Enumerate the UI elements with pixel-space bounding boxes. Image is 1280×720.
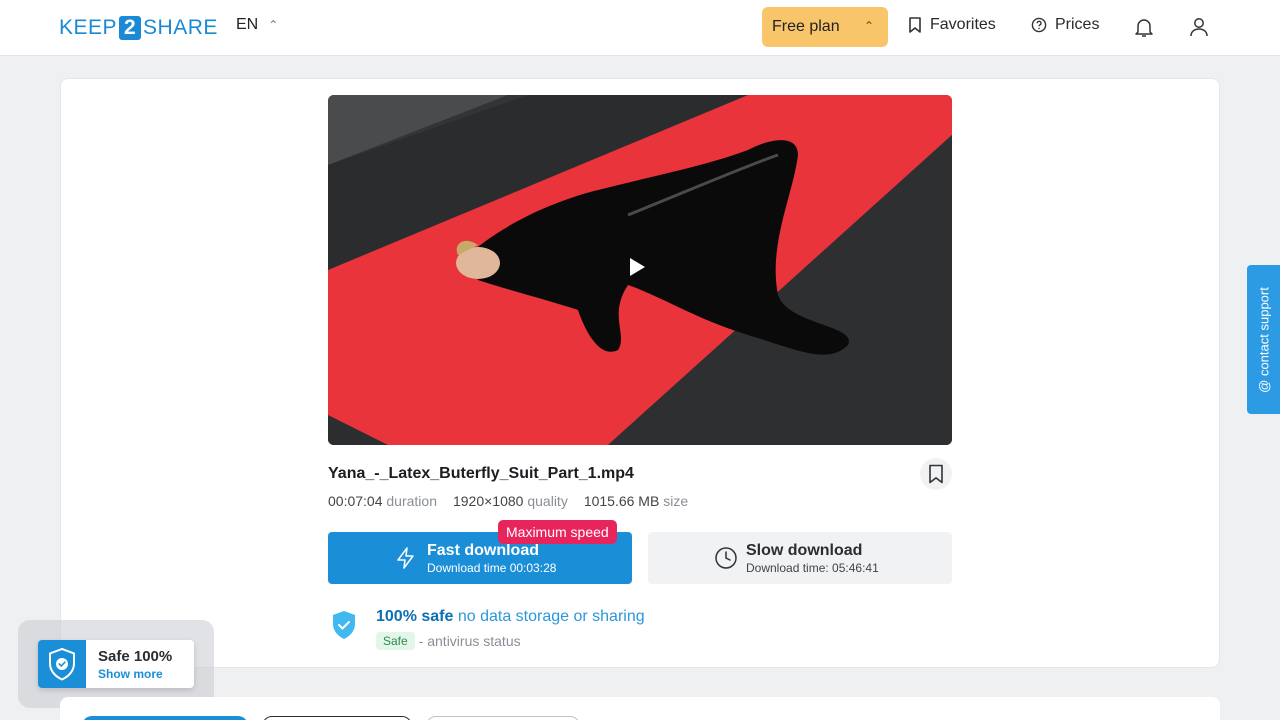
keep2share-logo[interactable]: KEEP 2 SHARE bbox=[59, 16, 218, 40]
free-plan-button[interactable]: Free plan ⌃ bbox=[762, 7, 888, 47]
safety-strong: 100% safe bbox=[376, 608, 454, 625]
user-icon bbox=[1190, 18, 1208, 37]
lightning-icon bbox=[397, 547, 414, 569]
bell-icon bbox=[1135, 19, 1153, 37]
antivirus-status: Safe - antivirus status bbox=[376, 632, 521, 650]
plan-label: Free plan bbox=[772, 18, 840, 35]
notifications-button[interactable] bbox=[1131, 14, 1157, 40]
quality-label: quality bbox=[527, 493, 568, 509]
logo-text-mid: 2 bbox=[119, 16, 142, 40]
widget-shield-area bbox=[38, 640, 86, 688]
chevron-up-icon: ⌃ bbox=[268, 18, 279, 32]
logo-text-left: KEEP bbox=[59, 16, 118, 39]
safe-widget[interactable]: Safe 100% Show more bbox=[38, 640, 194, 688]
file-name: Yana_-_Latex_Buterfly_Suit_Part_1.mp4 bbox=[328, 465, 634, 482]
prices-label: Prices bbox=[1055, 16, 1100, 33]
prices-link[interactable]: Prices bbox=[1031, 16, 1099, 34]
bookmark-icon bbox=[909, 17, 921, 33]
add-favorite-button[interactable] bbox=[920, 458, 952, 490]
size-label: size bbox=[663, 493, 689, 509]
play-icon bbox=[630, 258, 645, 276]
help-circle-icon bbox=[1031, 17, 1047, 33]
fast-download-title: Fast download bbox=[427, 542, 539, 559]
file-meta: 00:07:04 duration 1920×1080 quality 1015… bbox=[328, 493, 688, 509]
size-info: 1015.66 MB size bbox=[584, 493, 688, 509]
slow-download-button[interactable]: Slow download Download time: 05:46:41 bbox=[648, 532, 952, 584]
duration-value: 00:07:04 bbox=[328, 493, 383, 509]
safety-rest: no data storage or sharing bbox=[457, 608, 645, 625]
safety-headline: 100% safe no data storage or sharing bbox=[376, 608, 645, 626]
chevron-up-icon: ⌃ bbox=[863, 19, 874, 33]
video-preview[interactable] bbox=[328, 95, 952, 445]
tab-pill-2[interactable] bbox=[262, 716, 412, 720]
safe-tag: Safe bbox=[376, 632, 415, 650]
quality-value: 1920×1080 bbox=[452, 493, 524, 509]
contact-support-label: @ contact support bbox=[1256, 286, 1271, 393]
language-selector[interactable]: EN ⌃ bbox=[236, 16, 278, 34]
slow-download-title: Slow download bbox=[746, 542, 863, 559]
duration-label: duration bbox=[386, 493, 437, 509]
clock-icon bbox=[715, 547, 737, 569]
size-value: 1015.66 MB bbox=[583, 493, 660, 509]
account-button[interactable] bbox=[1186, 14, 1212, 40]
favorites-label: Favorites bbox=[930, 16, 996, 33]
duration-info: 00:07:04 duration bbox=[328, 493, 437, 509]
maximum-speed-badge: Maximum speed bbox=[498, 520, 617, 544]
slow-download-time: Download time: 05:46:41 bbox=[746, 561, 879, 575]
antivirus-status-label: - antivirus status bbox=[418, 633, 521, 649]
tab-pill-3[interactable] bbox=[426, 716, 580, 720]
quality-info: 1920×1080 quality bbox=[453, 493, 568, 509]
shield-check-icon bbox=[49, 647, 75, 681]
contact-support-tab[interactable]: @ contact support bbox=[1247, 265, 1280, 414]
favorites-link[interactable]: Favorites bbox=[908, 16, 996, 34]
show-more-link[interactable]: Show more bbox=[98, 667, 163, 681]
bookmark-icon bbox=[929, 464, 943, 484]
tab-pill-1[interactable] bbox=[82, 716, 248, 720]
language-label: EN bbox=[236, 16, 259, 33]
fast-download-time: Download time 00:03:28 bbox=[427, 561, 557, 575]
shield-check-icon bbox=[333, 611, 355, 639]
top-header: KEEP 2 SHARE EN ⌃ Free plan ⌃ Favorites … bbox=[0, 0, 1280, 56]
logo-text-right: SHARE bbox=[143, 16, 218, 39]
widget-title: Safe 100% bbox=[98, 648, 173, 665]
